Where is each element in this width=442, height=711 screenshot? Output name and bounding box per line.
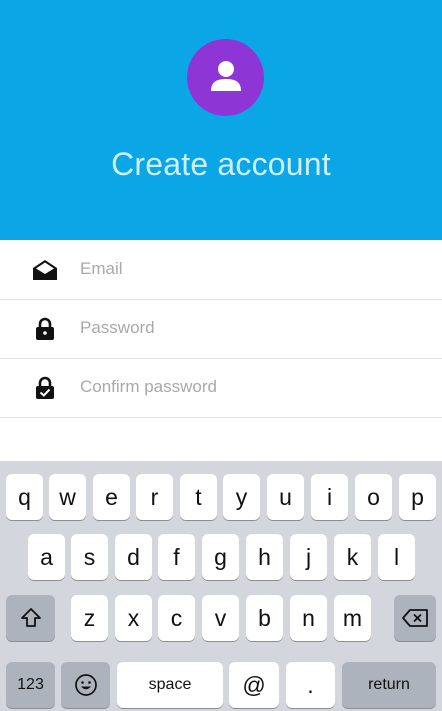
email-row — [0, 240, 442, 299]
at-key[interactable]: @ — [229, 662, 279, 708]
confirm-password-row — [0, 358, 442, 417]
key-f[interactable]: f — [158, 534, 195, 580]
key-z[interactable]: z — [71, 595, 108, 641]
dot-key[interactable]: . — [286, 662, 335, 708]
return-key[interactable]: return — [342, 662, 436, 708]
lock-icon — [32, 316, 58, 342]
key-d[interactable]: d — [115, 534, 152, 580]
page-title: Create account — [111, 146, 331, 182]
key-g[interactable]: g — [202, 534, 239, 580]
key-u[interactable]: u — [267, 474, 304, 520]
key-e[interactable]: e — [93, 474, 130, 520]
key-h[interactable]: h — [246, 534, 283, 580]
key-s[interactable]: s — [71, 534, 108, 580]
key-j[interactable]: j — [290, 534, 327, 580]
key-b[interactable]: b — [246, 595, 283, 641]
key-r[interactable]: r — [136, 474, 173, 520]
key-y[interactable]: y — [223, 474, 260, 520]
numbers-key[interactable]: 123 — [6, 662, 55, 708]
key-k[interactable]: k — [334, 534, 371, 580]
confirm-password-field[interactable] — [80, 368, 420, 406]
key-c[interactable]: c — [158, 595, 195, 641]
key-q[interactable]: q — [6, 474, 43, 520]
key-p[interactable]: p — [399, 474, 436, 520]
key-v[interactable]: v — [202, 595, 239, 641]
space-key[interactable]: space — [117, 662, 223, 708]
emoji-icon — [74, 674, 97, 696]
key-i[interactable]: i — [311, 474, 348, 520]
key-x[interactable]: x — [115, 595, 152, 641]
key-o[interactable]: o — [355, 474, 392, 520]
envelope-open-icon — [32, 257, 58, 283]
email-field[interactable] — [80, 250, 420, 288]
password-row — [0, 299, 442, 358]
shift-icon — [20, 608, 41, 627]
lock-check-icon — [32, 375, 58, 401]
emoji-key[interactable] — [61, 662, 110, 708]
user-icon — [211, 61, 241, 91]
key-w[interactable]: w — [49, 474, 86, 520]
divider — [0, 417, 442, 418]
backspace-icon — [402, 609, 428, 627]
password-field[interactable] — [80, 309, 420, 347]
avatar[interactable] — [187, 39, 264, 116]
key-a[interactable]: a — [28, 534, 65, 580]
header: Create account — [0, 0, 442, 240]
key-t[interactable]: t — [180, 474, 217, 520]
key-l[interactable]: l — [378, 534, 415, 580]
keyboard: q w e r t y u i o p a s d f g h j k l z … — [0, 461, 442, 711]
shift-key[interactable] — [6, 595, 55, 641]
backspace-key[interactable] — [394, 595, 436, 641]
key-n[interactable]: n — [290, 595, 327, 641]
key-m[interactable]: m — [334, 595, 371, 641]
